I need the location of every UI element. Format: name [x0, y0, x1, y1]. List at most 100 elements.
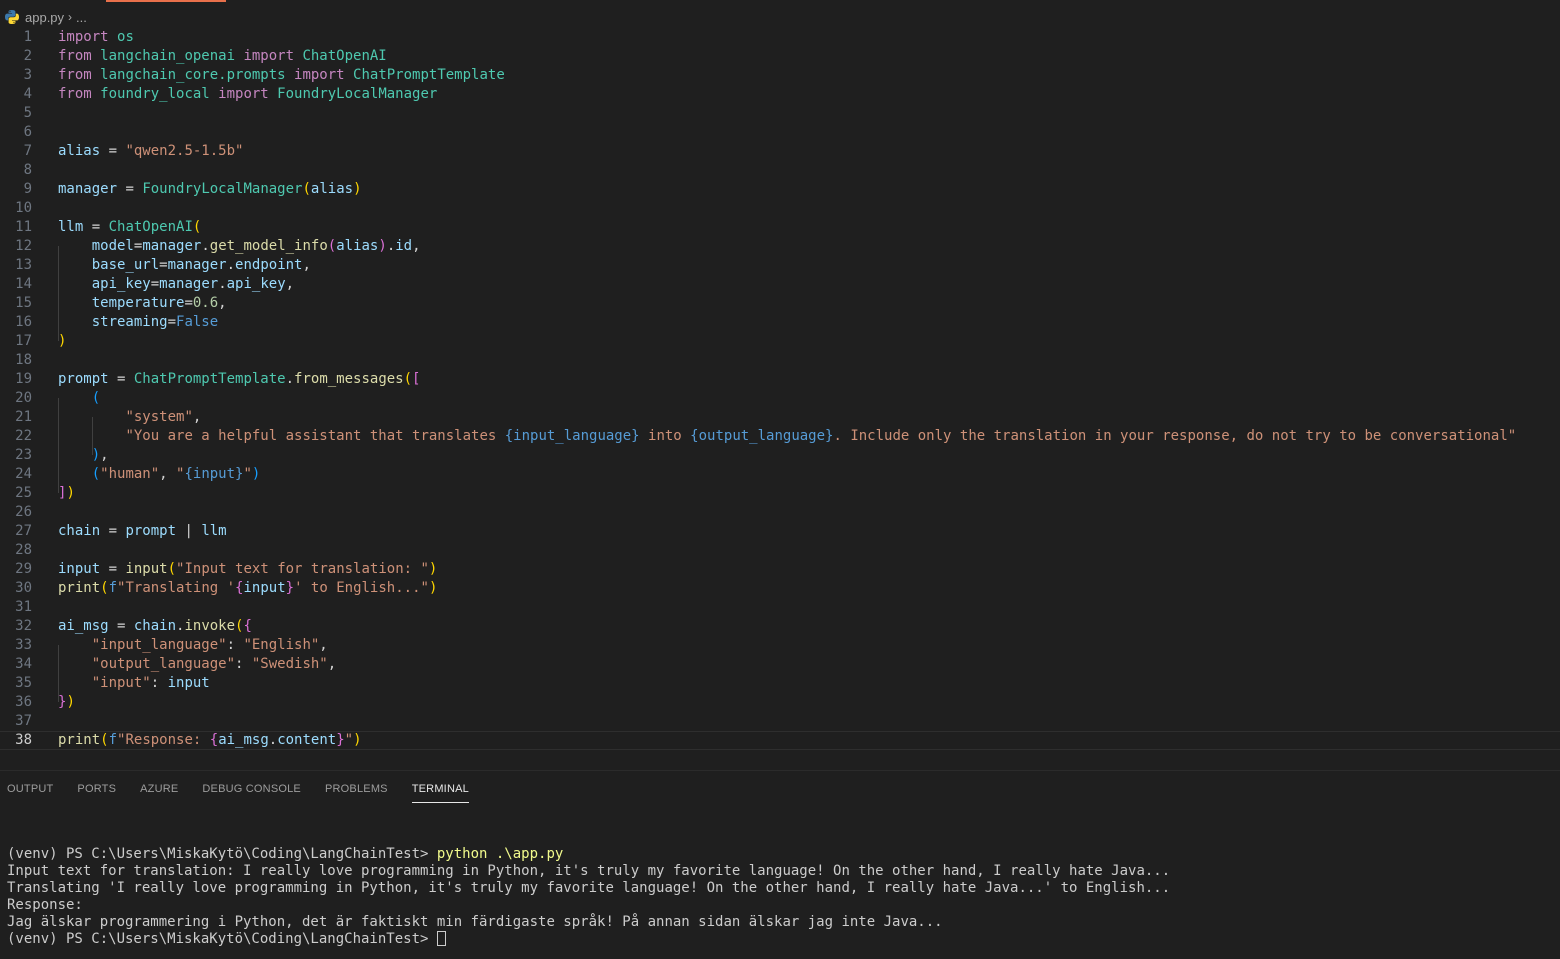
code-token: prompt — [58, 371, 109, 387]
line-number: 14 — [15, 276, 32, 292]
code-line[interactable]: 22 "You are a helpful assistant that tra… — [0, 427, 1560, 446]
code-line[interactable]: 30 print(f"Translating '{input}' to Engli… — [0, 579, 1560, 598]
tab-problems[interactable]: PROBLEMS — [325, 780, 388, 800]
code-line[interactable]: 15 temperature=0.6, — [0, 294, 1560, 313]
code-line[interactable]: 28 — [0, 541, 1560, 560]
code-line[interactable]: 10 — [0, 199, 1560, 218]
code-token: content — [277, 732, 337, 748]
line-number: 13 — [15, 257, 32, 273]
code-token: ai_msg — [58, 618, 109, 634]
code-line[interactable]: 1 import os — [0, 28, 1560, 47]
code-line[interactable]: 19 prompt = ChatPromptTemplate.from_messa… — [0, 370, 1560, 389]
tab-terminal[interactable]: TERMINAL — [411, 780, 470, 803]
code-token: = — [108, 618, 134, 634]
code-line[interactable]: 16 streaming=False — [0, 313, 1560, 332]
code-line[interactable]: 14 api_key=manager.api_key, — [0, 275, 1560, 294]
code-line[interactable]: 24 ("human", "{input}") — [0, 465, 1560, 484]
code-token: ( — [167, 561, 177, 577]
code-token: , — [285, 276, 295, 292]
line-number: 34 — [15, 656, 32, 672]
code-line[interactable]: 35 "input": input — [0, 674, 1560, 693]
code-token: = — [117, 181, 143, 197]
code-token: . — [218, 276, 227, 292]
code-token: FoundryLocalManager — [277, 86, 438, 102]
code-token: | — [176, 523, 202, 539]
terminal[interactable]: (venv) PS C:\Users\MiskaKytö\Coding\Lang… — [7, 846, 1170, 948]
code-token: "output_language" — [91, 656, 236, 672]
code-token: . — [201, 238, 210, 254]
code-line[interactable]: 8 — [0, 161, 1560, 180]
breadcrumb-rest[interactable]: ... — [76, 10, 87, 25]
code-line[interactable]: 27 chain = prompt | llm — [0, 522, 1560, 541]
code-line[interactable]: 38 print(f"Response: {ai_msg.content}") — [0, 731, 1560, 750]
code-token: id — [395, 238, 413, 254]
tab-ports[interactable]: PORTS — [77, 780, 116, 800]
breadcrumb: app.py › ... — [0, 6, 1560, 28]
code-line[interactable]: 32 ai_msg = chain.invoke({ — [0, 617, 1560, 636]
code-line[interactable]: 9 manager = FoundryLocalManager(alias) — [0, 180, 1560, 199]
line-number: 18 — [15, 352, 32, 368]
code-line[interactable]: 4 from foundry_local import FoundryLocalM… — [0, 85, 1560, 104]
code-line[interactable]: 5 — [0, 104, 1560, 123]
terminal-input-line[interactable]: (venv) PS C:\Users\MiskaKytö\Coding\Lang… — [7, 931, 1170, 948]
tab-output[interactable]: OUTPUT — [7, 780, 53, 800]
code-token: llm — [58, 219, 84, 235]
line-number: 4 — [23, 86, 32, 102]
code-line[interactable]: 2 from langchain_openai import ChatOpenAI — [0, 47, 1560, 66]
code-editor[interactable]: 1 import os 2 from langchain_openai import … — [0, 28, 1560, 768]
code-line[interactable]: 36}) — [0, 693, 1560, 712]
line-code: temperature=0.6, — [58, 294, 227, 313]
line-code: print(f"Translating '{input}' to English… — [58, 579, 437, 598]
line-code: input = input("Input text for translatio… — [58, 560, 437, 579]
code-token: : — [150, 675, 168, 691]
python-file-icon — [5, 10, 19, 24]
code-token: api_key — [91, 276, 151, 292]
code-line[interactable]: 18 — [0, 351, 1560, 370]
code-line[interactable]: 20 ( — [0, 389, 1560, 408]
code-token: endpoint — [235, 257, 303, 273]
code-token: ) — [378, 238, 387, 254]
code-line[interactable]: 17) — [0, 332, 1560, 351]
terminal-command: python .\app.py — [436, 846, 564, 862]
code-line[interactable]: 26 — [0, 503, 1560, 522]
code-line[interactable]: 29 input = input("Input text for translat… — [0, 560, 1560, 579]
code-line[interactable]: 31 — [0, 598, 1560, 617]
code-line[interactable]: 37 — [0, 712, 1560, 731]
code-token: chain — [58, 523, 101, 539]
code-token: "Response: — [117, 732, 210, 748]
code-line[interactable]: 21 "system", — [0, 408, 1560, 427]
code-token: . Include only the translation in your r… — [833, 428, 1517, 444]
code-line[interactable]: 6 — [0, 123, 1560, 142]
code-token: import — [235, 48, 303, 64]
code-line[interactable]: 7 alias = "qwen2.5-1.5b" — [0, 142, 1560, 161]
code-line[interactable]: 34 "output_language": "Swedish", — [0, 655, 1560, 674]
code-token: ) — [91, 447, 101, 463]
code-line[interactable]: 11 llm = ChatOpenAI( — [0, 218, 1560, 237]
code-token: : — [235, 656, 252, 672]
line-number: 3 — [23, 67, 32, 83]
code-token: . — [285, 371, 295, 387]
line-code: "system", — [58, 408, 201, 427]
code-line[interactable]: 13 base_url=manager.endpoint, — [0, 256, 1560, 275]
code-token: from — [58, 67, 101, 83]
code-line[interactable]: 33 "input_language": "English", — [0, 636, 1560, 655]
code-token: import — [285, 67, 354, 83]
code-line[interactable]: 12 model=manager.get_model_info(alias).i… — [0, 237, 1560, 256]
tab-azure[interactable]: AZURE — [140, 780, 178, 800]
line-number: 21 — [15, 409, 32, 425]
code-token: " — [344, 732, 354, 748]
tab-debug-console[interactable]: DEBUG CONSOLE — [202, 780, 301, 800]
breadcrumb-file[interactable]: app.py — [25, 10, 64, 25]
code-token: input — [167, 675, 210, 691]
code-line[interactable]: 3 from langchain_core.prompts import Chat… — [0, 66, 1560, 85]
code-line[interactable]: 23 ), — [0, 446, 1560, 465]
code-token: ChatPromptTemplate — [133, 371, 286, 387]
code-line[interactable]: 25]) — [0, 484, 1560, 503]
code-token: manager — [159, 276, 219, 292]
line-number: 28 — [15, 542, 32, 558]
code-token: from — [58, 86, 101, 102]
line-number: 17 — [15, 333, 32, 349]
